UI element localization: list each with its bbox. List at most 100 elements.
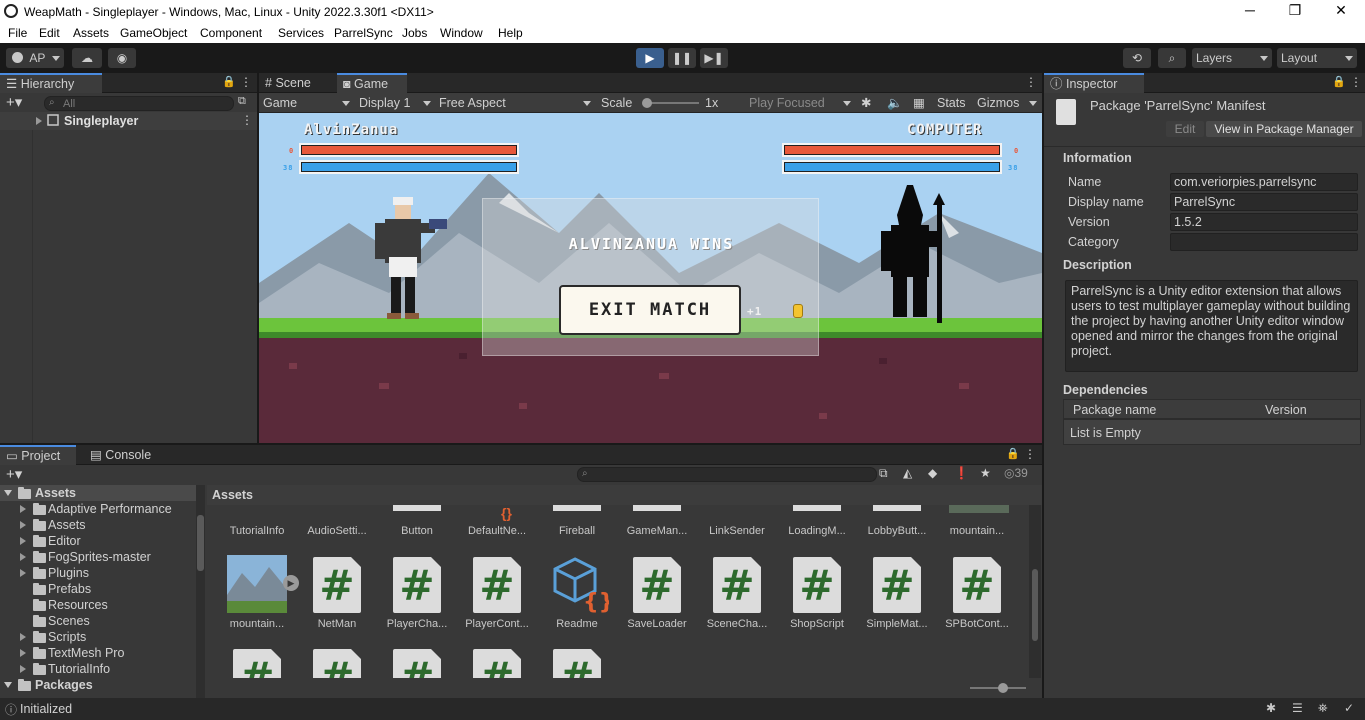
tree-item-prefabs[interactable]: Prefabs bbox=[0, 581, 196, 597]
tab-inspector[interactable]: ⓘ Inspector bbox=[1044, 73, 1144, 93]
exit-match-button[interactable]: EXIT MATCH bbox=[559, 285, 741, 335]
check-icon[interactable]: ✓ bbox=[1344, 701, 1354, 715]
bug-icon[interactable]: ✱ bbox=[861, 95, 871, 111]
display-name-field[interactable]: ParrelSync bbox=[1170, 193, 1358, 211]
menu-services[interactable]: Services bbox=[278, 26, 324, 40]
game-viewport[interactable]: AlvinZanua 0 38 COMPUTER 0 38 ALVINZANUA… bbox=[259, 113, 1042, 443]
tree-item-plugins[interactable]: Plugins bbox=[0, 565, 196, 581]
tree-item-packages[interactable]: Packages bbox=[0, 677, 196, 693]
tab-hierarchy[interactable]: ☰ Hierarchy bbox=[0, 73, 102, 93]
more-menu-icon[interactable]: ⋮ bbox=[1025, 75, 1037, 89]
tree-item-assets[interactable]: Assets bbox=[0, 485, 196, 501]
stats-button[interactable]: Stats bbox=[937, 95, 966, 111]
menu-window[interactable]: Window bbox=[440, 26, 483, 40]
tree-item-tutorialinfo[interactable]: TutorialInfo bbox=[0, 661, 196, 677]
expand-play-icon[interactable]: ▶ bbox=[283, 575, 299, 591]
minimize-button[interactable]: ─ bbox=[1227, 2, 1273, 18]
cloud-button[interactable]: ☁ bbox=[72, 48, 102, 68]
icon-size-slider[interactable] bbox=[970, 683, 1026, 693]
close-button[interactable]: ✕ bbox=[1318, 2, 1364, 19]
more-menu-icon[interactable]: ⋮ bbox=[240, 75, 252, 89]
tab-project[interactable]: ▭ Project bbox=[0, 445, 76, 465]
version-field[interactable]: 1.5.2 bbox=[1170, 213, 1358, 231]
tree-item-textmesh-pro[interactable]: TextMesh Pro bbox=[0, 645, 196, 661]
scale-slider[interactable] bbox=[642, 98, 699, 108]
tree-item-editor[interactable]: Editor bbox=[0, 533, 196, 549]
tree-item-scenes[interactable]: Scenes bbox=[0, 613, 196, 629]
status-info-icon: ⓘ bbox=[5, 703, 18, 717]
tree-item-fogsprites[interactable]: FogSprites-master bbox=[0, 549, 196, 565]
lock-icon[interactable]: 🔒 bbox=[222, 75, 236, 88]
restore-button[interactable]: ❐ bbox=[1272, 2, 1318, 19]
grid-icon[interactable]: ▦ bbox=[913, 95, 925, 111]
audio-icon[interactable]: 🔈 bbox=[887, 95, 903, 111]
scale-slider-handle[interactable] bbox=[642, 98, 652, 108]
aspect-dropdown[interactable]: Free Aspect bbox=[439, 95, 591, 111]
account-dropdown[interactable]: AP bbox=[6, 48, 64, 68]
menu-help[interactable]: Help bbox=[498, 26, 523, 40]
scene-search-icon[interactable]: ⧉ bbox=[238, 95, 246, 108]
favorite-star-icon[interactable]: ★ bbox=[980, 466, 991, 480]
collab-icon: ◉ bbox=[116, 51, 128, 65]
game-mode-dropdown[interactable]: Game bbox=[263, 95, 350, 111]
more-menu-icon[interactable]: ⋮ bbox=[1024, 447, 1036, 461]
menu-assets[interactable]: Assets bbox=[73, 26, 109, 40]
category-field[interactable] bbox=[1170, 233, 1358, 251]
hidden-packages-count[interactable]: ◎39 bbox=[1004, 466, 1028, 480]
network-icon[interactable]: ⛯ bbox=[1318, 701, 1328, 716]
layers-dropdown[interactable]: Layers bbox=[1192, 48, 1272, 68]
play-button[interactable]: ▶ bbox=[636, 48, 664, 68]
display-dropdown[interactable]: Display 1 bbox=[359, 95, 433, 111]
gizmos-dropdown[interactable]: Gizmos bbox=[977, 95, 1039, 111]
layout-dropdown[interactable]: Layout bbox=[1277, 48, 1357, 68]
tree-item-scripts[interactable]: Scripts bbox=[0, 629, 196, 645]
lock-icon[interactable]: 🔒 bbox=[1006, 447, 1020, 460]
tab-console[interactable]: ▤ Console bbox=[84, 445, 160, 465]
menu-parrelsync[interactable]: ParrelSync bbox=[334, 26, 393, 40]
search-by-type-icon[interactable]: ⧉ bbox=[879, 466, 888, 481]
tree-item-resources[interactable]: Resources bbox=[0, 597, 196, 613]
tab-game[interactable]: ◙ Game bbox=[337, 73, 407, 93]
description-header: Description bbox=[1063, 258, 1132, 272]
menu-gameobject[interactable]: GameObject bbox=[120, 26, 187, 40]
menu-component[interactable]: Component bbox=[200, 26, 262, 40]
tab-scene[interactable]: # Scene bbox=[259, 73, 335, 93]
collab-button[interactable]: ◉ bbox=[108, 48, 136, 68]
hierarchy-search-input[interactable]: ⌕ All bbox=[44, 96, 234, 111]
menu-file[interactable]: File bbox=[8, 26, 27, 40]
tree-item-adaptive-performance[interactable]: Adaptive Performance bbox=[0, 501, 196, 517]
play-focused-dropdown[interactable]: Play Focused bbox=[749, 95, 859, 111]
tree-item-assets-sub[interactable]: Assets bbox=[0, 517, 196, 533]
scale-label: Scale bbox=[601, 96, 633, 110]
version-row: Version 1.5.2 bbox=[1063, 212, 1363, 232]
step-button[interactable]: ▶❚ bbox=[700, 48, 728, 68]
add-icon[interactable]: +▾ bbox=[6, 93, 22, 111]
filter-label-icon[interactable]: ◆ bbox=[928, 466, 937, 480]
row-more-icon[interactable]: ⋮ bbox=[241, 113, 253, 127]
more-menu-icon[interactable]: ⋮ bbox=[1350, 75, 1362, 89]
name-field[interactable]: com.veriorpies.parrelsync bbox=[1170, 173, 1358, 191]
tree-scrollbar[interactable] bbox=[196, 485, 205, 698]
history-button[interactable]: ⟲ bbox=[1123, 48, 1151, 68]
edit-button[interactable]: Edit bbox=[1166, 121, 1204, 137]
debug-icon[interactable]: ✱ bbox=[1266, 701, 1276, 715]
hierarchy-row-singleplayer[interactable]: Singleplayer ⋮ bbox=[0, 112, 257, 130]
csharp-script-icon: # bbox=[953, 557, 1001, 613]
menu-edit[interactable]: Edit bbox=[39, 26, 60, 40]
progress-icon[interactable]: ☰ bbox=[1292, 701, 1303, 715]
view-in-package-manager-button[interactable]: View in Package Manager bbox=[1206, 121, 1362, 137]
icon-size-handle[interactable] bbox=[998, 683, 1008, 693]
project-search-input[interactable]: ⌕ bbox=[577, 467, 877, 482]
warning-icon[interactable]: ❗ bbox=[954, 466, 969, 480]
add-asset-icon[interactable]: +▾ bbox=[6, 465, 22, 483]
pause-button[interactable]: ❚❚ bbox=[668, 48, 696, 68]
search-button[interactable]: ⌕ bbox=[1158, 48, 1186, 68]
breadcrumb-assets[interactable]: Assets bbox=[212, 488, 253, 502]
menu-bar: File Edit Assets GameObject Component Se… bbox=[0, 23, 1365, 43]
description-field[interactable]: ParrelSync is a Unity editor extension t… bbox=[1065, 280, 1358, 372]
menu-jobs[interactable]: Jobs bbox=[402, 26, 427, 40]
filter-type-icon[interactable]: ◭ bbox=[903, 466, 912, 480]
assets-scrollbar[interactable] bbox=[1029, 505, 1041, 678]
lock-icon[interactable]: 🔒 bbox=[1332, 75, 1346, 88]
status-text[interactable]: Initialized bbox=[20, 702, 72, 716]
